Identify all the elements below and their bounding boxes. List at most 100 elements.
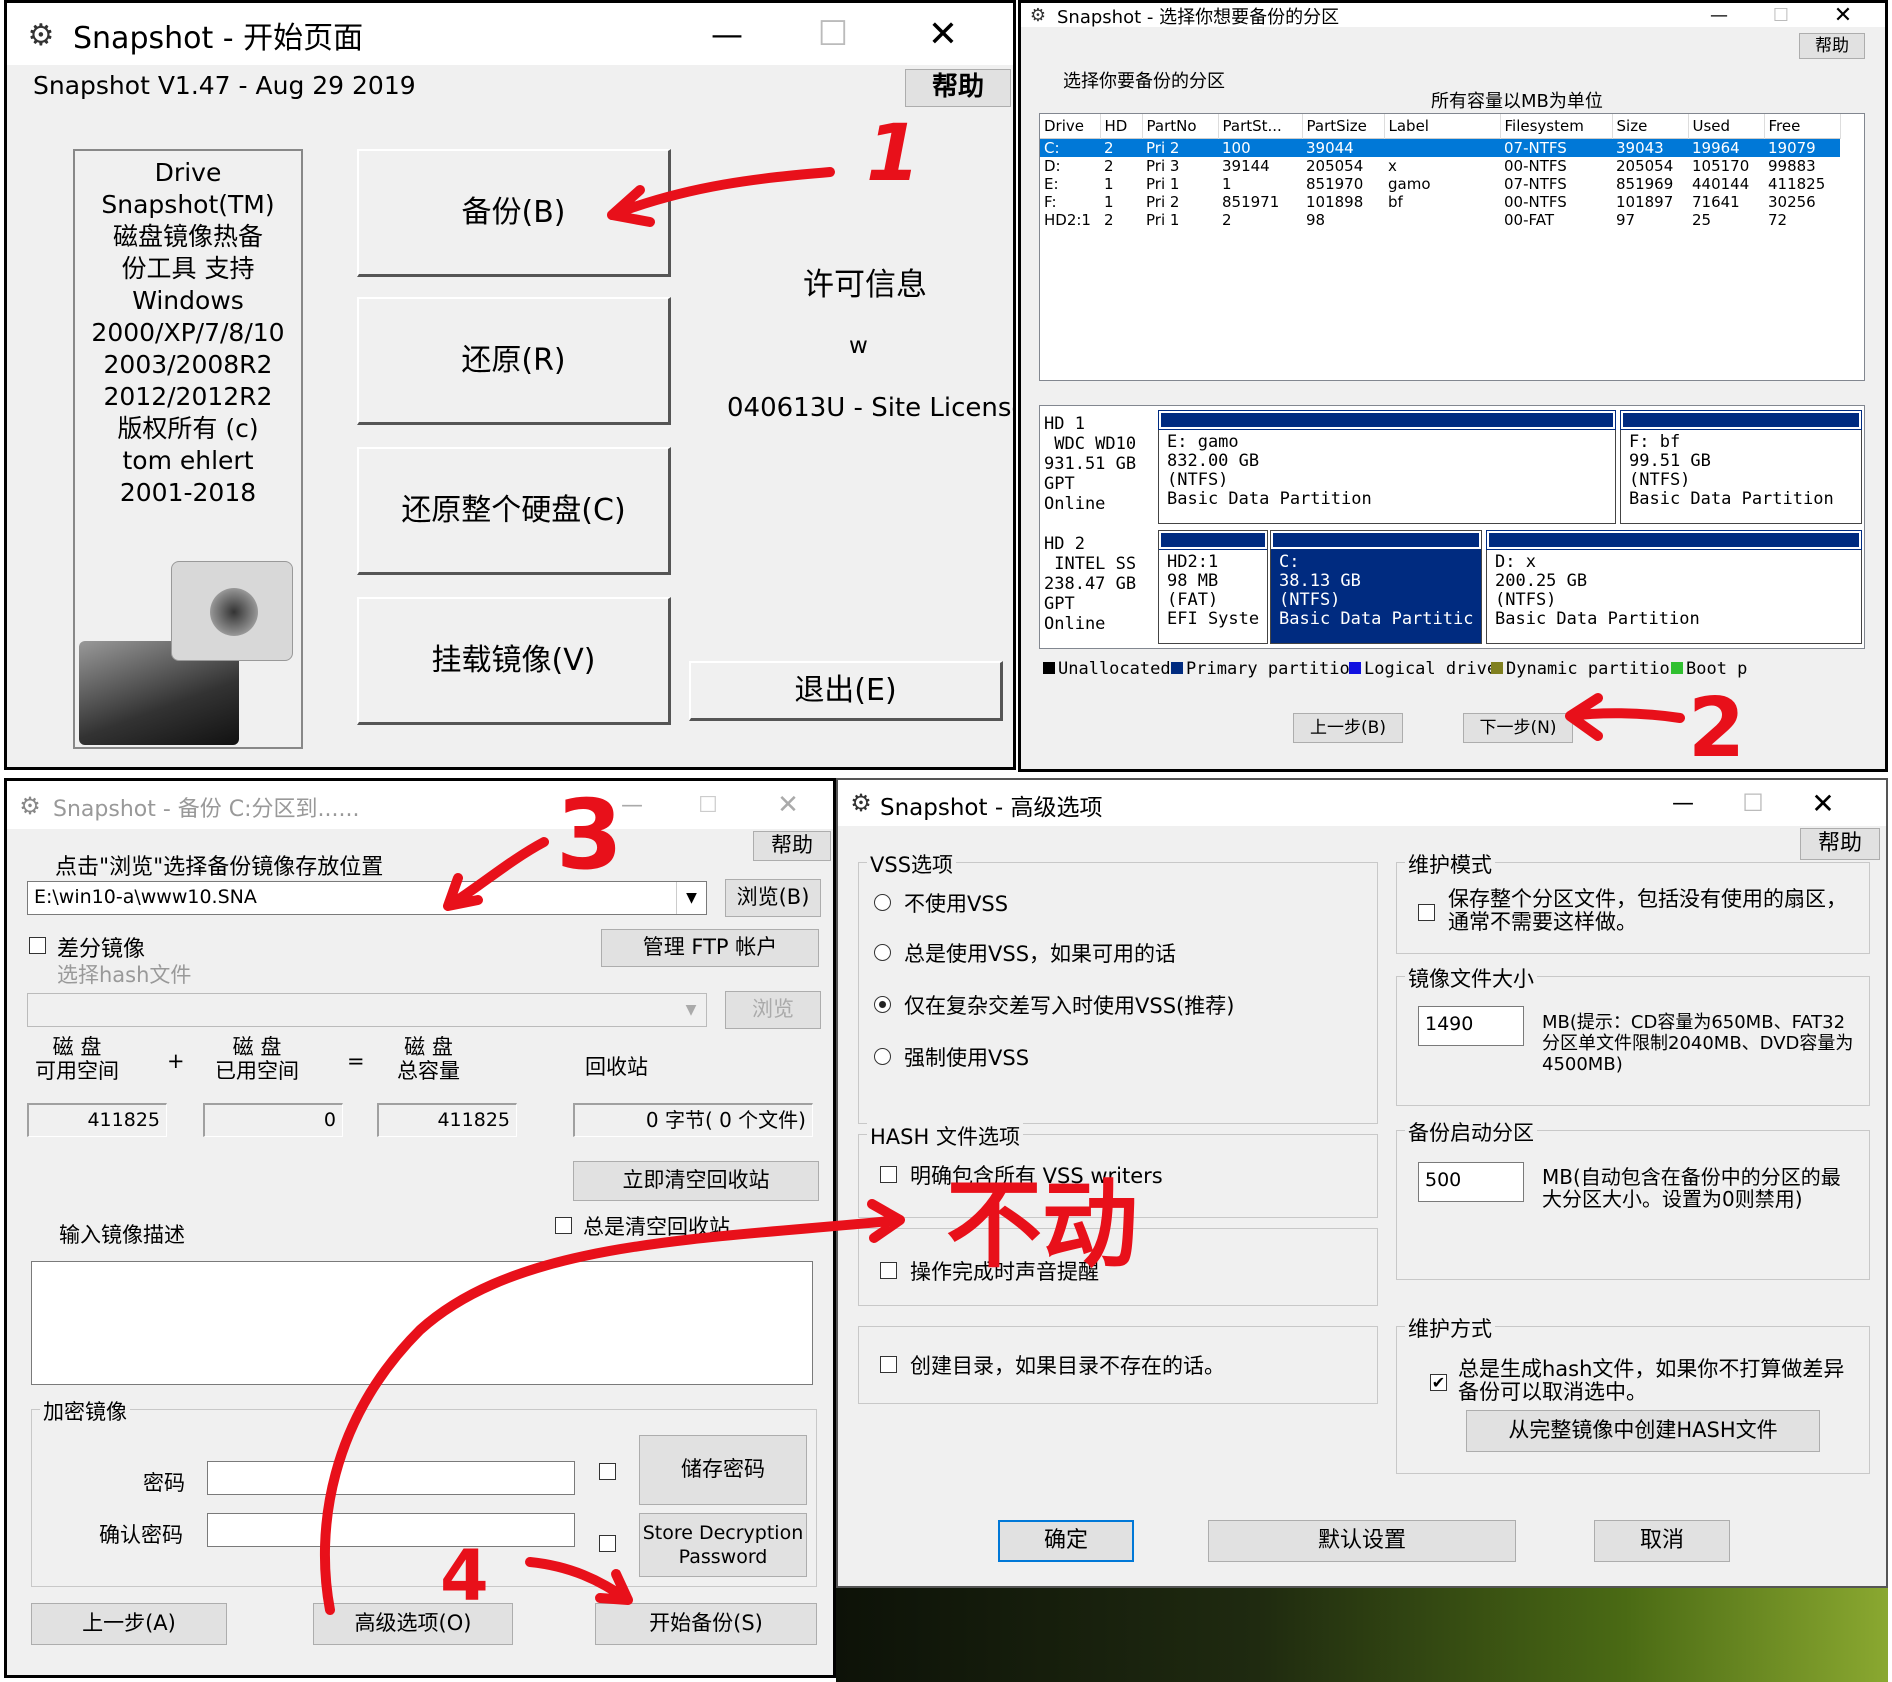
partition-e[interactable]: E: gamo 832.00 GB (NTFS) Basic Data Partiti… xyxy=(1158,410,1616,524)
partition-window: ⚙ Snapshot - 选择你想要备份的分区 — ☐ ✕ 帮助 选择你要备份的… xyxy=(1018,0,1888,772)
backup-button[interactable]: 备份(B) xyxy=(357,149,671,277)
disk-text-line: (NTFS) xyxy=(1495,590,1557,610)
about-line: 磁盘镜像热备 xyxy=(112,222,263,251)
vss-radio[interactable] xyxy=(874,894,891,911)
empty-recycle-button[interactable]: 立即清空回收站 xyxy=(573,1161,819,1201)
include-vss-writers-checkbox[interactable] xyxy=(880,1166,897,1183)
close-icon[interactable]: ✕ xyxy=(1823,3,1863,28)
table-cell: 1 xyxy=(1104,174,1114,193)
maximize-icon[interactable]: ☐ xyxy=(803,3,863,65)
password-input[interactable] xyxy=(207,1461,575,1495)
create-hash-button[interactable]: 从完整镜像中创建HASH文件 xyxy=(1466,1410,1820,1452)
unit-note: 所有容量以MB为单位 xyxy=(1431,91,1603,112)
save-password-button[interactable]: 储存密码 xyxy=(639,1435,807,1505)
table-row[interactable]: HD2:1 2 Pri 1 2 98 00-FAT 97 25 72 xyxy=(1040,211,1840,229)
disk-text-line: 38.13 GB xyxy=(1279,571,1361,591)
legend-label: Primary partition xyxy=(1186,659,1360,679)
path-value: E:\win10-a\www10.SNA xyxy=(34,886,257,908)
start-backup-button[interactable]: 开始备份(S) xyxy=(595,1603,817,1645)
advanced-options-button[interactable]: 高级选项(O) xyxy=(313,1603,513,1645)
ok-button[interactable]: 确定 xyxy=(998,1520,1134,1562)
table-row[interactable]: E: 1 Pri 1 1 851970 gamo 07-NTFS 851969 440144 41… xyxy=(1040,175,1840,193)
always-empty-checkbox[interactable] xyxy=(555,1217,572,1234)
column-header[interactable]: Size xyxy=(1612,114,1689,138)
sound-notify-checkbox[interactable] xyxy=(880,1262,897,1279)
next-button[interactable]: 下一步(N) xyxy=(1463,713,1573,743)
close-icon[interactable]: ✕ xyxy=(763,781,813,829)
disk-text-line: Online xyxy=(1044,494,1106,514)
diff-image-checkbox[interactable] xyxy=(29,937,46,954)
vss-radio[interactable] xyxy=(874,944,891,961)
disk-text-line: 931.51 GB xyxy=(1044,454,1137,474)
table-row[interactable]: D: 2 Pri 3 39144 205054 x 00-NTFS 205054 105170 9… xyxy=(1040,157,1840,175)
close-icon[interactable]: ✕ xyxy=(1798,780,1848,826)
table-row[interactable]: C: 2 Pri 2 100 39044 07-NTFS 39043 19964 19079 xyxy=(1040,138,1840,157)
help-button[interactable]: 帮助 xyxy=(753,831,831,861)
path-combobox[interactable]: E:\win10-a\www10.SNA ▼ xyxy=(27,881,707,915)
column-header[interactable]: Filesystem xyxy=(1500,114,1613,138)
select-prompt: 选择你要备份的分区 xyxy=(1063,71,1225,92)
disk-text-line: 832.00 GB xyxy=(1167,451,1260,471)
maintenance-group-label: 维护模式 xyxy=(1405,849,1495,879)
close-icon[interactable]: ✕ xyxy=(913,3,973,65)
table-row[interactable]: F: 1 Pri 2 851971 101898 bf 00-NTFS 101897 71641… xyxy=(1040,193,1840,211)
confirm-password-input[interactable] xyxy=(207,1513,575,1547)
minimize-icon[interactable]: — xyxy=(607,781,657,829)
minimize-icon[interactable]: — xyxy=(697,3,757,65)
disk-text-line: D: x xyxy=(1495,552,1536,572)
description-textarea[interactable] xyxy=(31,1261,813,1385)
column-header[interactable]: PartSt... xyxy=(1218,114,1303,138)
restore-disk-button[interactable]: 还原整个硬盘(C) xyxy=(357,447,671,575)
partition-f[interactable]: F: bf 99.51 GB (NTFS) Basic Data Partition xyxy=(1620,410,1862,524)
mount-image-button[interactable]: 挂载镜像(V) xyxy=(357,597,671,725)
partition-list[interactable]: Drive HD PartNo PartSt... PartSize Label Files… xyxy=(1039,113,1865,381)
table-cell: 98 xyxy=(1306,210,1326,229)
disk-legend: Unallocated Primary partition Logical driv… xyxy=(1039,657,1865,681)
prev-button[interactable]: 上一步(B) xyxy=(1293,713,1403,743)
legend-swatch xyxy=(1671,662,1683,674)
help-button[interactable]: 帮助 xyxy=(1800,828,1880,860)
partition-hd2-1[interactable]: HD2:1 98 MB (FAT) EFI Syste xyxy=(1158,530,1268,644)
column-header[interactable]: Used xyxy=(1688,114,1765,138)
create-dir-checkbox[interactable] xyxy=(880,1356,897,1373)
column-header[interactable]: PartSize xyxy=(1302,114,1385,138)
table-cell: Pri 2 xyxy=(1146,192,1180,211)
legend-label: Unallocated xyxy=(1058,659,1171,679)
vss-radio[interactable] xyxy=(874,1048,891,1065)
restore-button[interactable]: 还原(R) xyxy=(357,297,671,425)
partition-d[interactable]: D: x 200.25 GB (NTFS) Basic Data Partition xyxy=(1486,530,1862,644)
cancel-button[interactable]: 取消 xyxy=(1594,1520,1730,1562)
chevron-down-icon[interactable]: ▼ xyxy=(676,882,706,914)
maximize-icon[interactable]: ☐ xyxy=(683,781,733,829)
vss-radio[interactable] xyxy=(874,996,891,1013)
save-full-partition-checkbox[interactable] xyxy=(1418,904,1435,921)
column-header[interactable]: Drive xyxy=(1040,114,1101,138)
help-button[interactable]: 帮助 xyxy=(1799,33,1865,59)
disk-text-line: 200.25 GB xyxy=(1495,571,1588,591)
column-header[interactable]: HD xyxy=(1100,114,1143,138)
column-header[interactable]: Free xyxy=(1764,114,1841,138)
boot-size-input[interactable]: 500 xyxy=(1418,1162,1524,1202)
minimize-icon[interactable]: — xyxy=(1699,3,1739,27)
prev-button[interactable]: 上一步(A) xyxy=(31,1603,227,1645)
partition-c[interactable]: C: 38.13 GB (NTFS) Basic Data Partitic xyxy=(1270,530,1482,644)
store-decryption-button[interactable]: Store Decryption Password xyxy=(639,1513,807,1577)
browse-button[interactable]: 浏览(B) xyxy=(725,879,821,917)
ftp-button[interactable]: 管理 FTP 帐户 xyxy=(601,929,819,967)
exit-button[interactable]: 退出(E) xyxy=(689,661,1003,721)
maximize-icon[interactable]: ☐ xyxy=(1728,780,1778,826)
disk-text-line: Basic Data Partition xyxy=(1629,489,1834,509)
minimize-icon[interactable]: — xyxy=(1658,780,1708,826)
window-title: Snapshot - 选择你想要备份的分区 xyxy=(1057,7,1340,28)
boot-partition-group-label: 备份启动分区 xyxy=(1405,1117,1537,1147)
column-header[interactable]: Label xyxy=(1384,114,1501,138)
help-button[interactable]: 帮助 xyxy=(905,69,1011,107)
save-password-checkbox[interactable] xyxy=(599,1463,616,1480)
always-hash-checkbox[interactable]: ✔ xyxy=(1430,1374,1447,1391)
image-size-input[interactable]: 1490 xyxy=(1418,1006,1524,1046)
default-settings-button[interactable]: 默认设置 xyxy=(1208,1520,1516,1562)
store-decrypt-checkbox[interactable] xyxy=(599,1535,616,1552)
maximize-icon[interactable]: ☐ xyxy=(1761,3,1801,27)
table-cell: bf xyxy=(1388,192,1403,211)
column-header[interactable]: PartNo xyxy=(1142,114,1219,138)
